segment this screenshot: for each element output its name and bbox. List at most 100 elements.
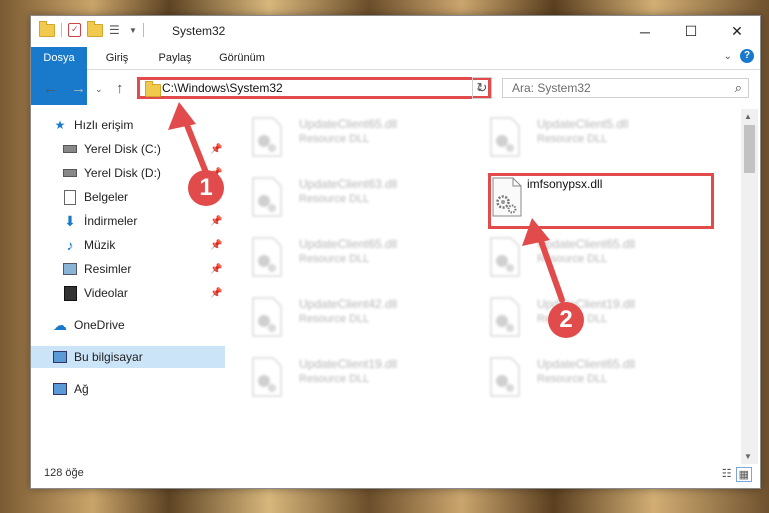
dll-file-icon [490,297,520,337]
network-icon [53,382,67,396]
pin-icon[interactable]: 📌 [210,288,222,299]
step-badge-2: 2 [548,302,584,338]
window-title: System32 [172,24,226,38]
documents-icon [63,189,77,205]
status-item-count: 128 öğe [44,467,84,479]
folder-icon [145,81,161,97]
sidebar-item-network[interactable]: Ağ [53,378,89,400]
dll-file-icon [252,297,282,337]
sidebar-item-pictures[interactable]: Resimler [63,258,131,280]
pin-icon[interactable]: 📌 [210,216,222,227]
file-item[interactable]: UpdateClient65.dll Resource DLL [231,109,451,167]
file-name: UpdateClient19.dll [299,357,398,371]
sidebar-item-label: Ağ [74,382,89,396]
back-button[interactable]: ← [43,80,58,97]
drive-icon [63,142,77,156]
sidebar-item-this-pc[interactable]: Bu bilgisayar [31,346,225,368]
tab-home[interactable]: Giriş [91,47,143,69]
scroll-down-icon[interactable]: ▼ [744,452,752,461]
view-toggle: ☷ ▦ [722,467,752,482]
address-bar[interactable]: C:\Windows\System32 ⌄ [137,77,491,99]
sidebar-item-label: Yerel Disk (D:) [84,166,161,180]
file-item[interactable]: UpdateClient19.dll Resource DLL [231,349,451,407]
file-name: UpdateClient65.dll [299,237,398,251]
scroll-up-icon[interactable]: ▲ [744,112,752,121]
drive-icon [63,166,77,180]
file-type: Resource DLL [537,373,608,385]
file-name: UpdateClient65.dll [537,357,636,371]
file-type: Resource DLL [299,193,370,205]
maximize-button[interactable]: ☐ [668,16,714,47]
sidebar-item-label: Hızlı erişim [74,118,134,132]
file-type: Resource DLL [537,253,608,265]
sidebar-item-videos[interactable]: Videolar [63,282,128,304]
sidebar-item-drive-c[interactable]: Yerel Disk (C:) [63,138,161,160]
explorer-window: ✓ ☰ ▼ System32 ─ ☐ ✕ Dosya Giriş Paylaş … [30,15,761,489]
download-icon: ⬇ [64,213,76,229]
details-view-icon[interactable]: ☷ [722,467,732,482]
new-folder-icon[interactable] [87,20,103,37]
file-name: UpdateClient5.dll [537,117,629,131]
tab-view[interactable]: Görünüm [207,47,277,69]
search-box[interactable]: Ara: System32 ⌕ [502,78,749,98]
window-controls: ─ ☐ ✕ [622,16,760,47]
help-icon[interactable]: ? [740,49,754,63]
forward-button[interactable]: → [71,80,86,97]
close-button[interactable]: ✕ [714,16,760,47]
quick-access-toolbar: ✓ ☰ ▼ [39,20,144,37]
sidebar-item-label: Müzik [84,238,116,252]
file-list: UpdateClient65.dll Resource DLL UpdateCl… [231,109,741,464]
dll-file-icon [252,117,282,157]
sidebar-item-quick-access[interactable]: ★ Hızlı erişim [53,114,134,136]
dropdown-icon[interactable]: ▼ [129,26,137,35]
large-icons-view-icon[interactable]: ▦ [735,467,752,482]
file-item[interactable]: UpdateClient65.dll Resource DLL [469,349,689,407]
scroll-thumb[interactable] [744,125,755,173]
sidebar-item-music[interactable]: ♪ Müzik [63,234,116,256]
file-name: UpdateClient65.dll [537,237,636,251]
dll-file-icon [252,237,282,277]
title-bar: ✓ ☰ ▼ System32 ─ ☐ ✕ [31,16,760,47]
pictures-icon [63,262,77,276]
sidebar-item-downloads[interactable]: ⬇ İndirmeler [63,210,137,232]
navigation-pane: ★ Hızlı erişim Yerel Disk (C:) 📌 Yerel D… [31,109,225,464]
minimize-button[interactable]: ─ [622,16,668,47]
folder-icon [39,20,55,37]
file-type: Resource DLL [537,133,608,145]
file-type: Resource DLL [299,313,370,325]
cloud-icon: ☁ [53,317,67,333]
music-icon: ♪ [66,237,74,253]
file-item[interactable]: UpdateClient63.dll Resource DLL [231,169,451,227]
file-name: UpdateClient65.dll [299,117,398,131]
expand-ribbon-icon[interactable]: ⌄ [724,51,732,62]
search-icon: ⌕ [734,80,742,95]
file-highlight-box [488,173,714,229]
file-item[interactable]: UpdateClient65.dll Resource DLL [231,229,451,287]
pin-icon[interactable]: 📌 [210,144,222,155]
computer-icon [53,350,67,364]
recent-locations-icon[interactable]: ⌄ [95,84,103,95]
file-name: UpdateClient63.dll [299,177,398,191]
separator [142,23,144,37]
customize-icon[interactable]: ☰ [109,23,123,37]
file-item[interactable]: UpdateClient5.dll Resource DLL [469,109,689,167]
vertical-scrollbar[interactable]: ▲ ▼ [741,109,758,464]
pin-icon[interactable]: 📌 [210,264,222,275]
file-item[interactable]: UpdateClient42.dll Resource DLL [231,289,451,347]
tab-share[interactable]: Paylaş [145,47,205,69]
file-type: Resource DLL [299,253,370,265]
dll-file-icon [252,177,282,217]
properties-icon[interactable]: ✓ [68,23,81,37]
pin-icon[interactable]: 📌 [210,240,222,251]
up-button[interactable]: ↑ [116,80,124,97]
sidebar-item-onedrive[interactable]: ☁ OneDrive [53,314,125,336]
dll-file-icon [490,117,520,157]
sidebar-item-documents[interactable]: Belgeler [63,186,128,208]
file-item[interactable]: UpdateClient65.dll Resource DLL [469,229,689,287]
file-name: UpdateClient42.dll [299,297,398,311]
sidebar-item-label: Yerel Disk (C:) [84,142,161,156]
ribbon-tabs: Dosya Giriş Paylaş Görünüm ⌄ ? [31,47,760,105]
refresh-button[interactable]: ↻ [472,77,492,99]
step-badge-1: 1 [188,170,224,206]
sidebar-item-drive-d[interactable]: Yerel Disk (D:) [63,162,161,184]
